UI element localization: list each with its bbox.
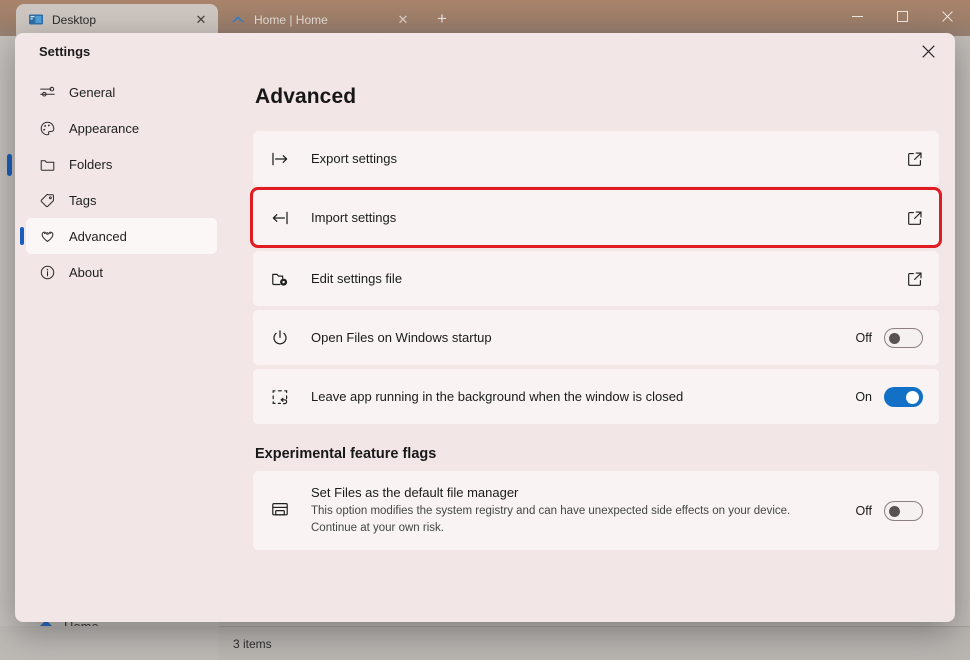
sidebar-item-folders[interactable]: Folders — [26, 146, 217, 182]
setting-action-leave-app-running: On — [855, 387, 923, 407]
setting-row-edit-settings-file[interactable]: Edit settings file — [253, 251, 939, 306]
setting-label-import-settings: Import settings — [311, 210, 907, 225]
window-titlebar: Desktop ✕ Home | Home ✕ + — [0, 0, 970, 36]
folder-settings-icon — [270, 269, 290, 289]
toggle-state-leave-app-running: On — [855, 390, 872, 404]
sidebar-item-appearance[interactable]: Appearance — [26, 110, 217, 146]
toggle-state-default-file-manager: Off — [856, 504, 872, 518]
tab-close-desktop[interactable]: ✕ — [192, 11, 210, 29]
setting-row-import-settings[interactable]: Import settings — [253, 190, 939, 245]
sidebar-label-appearance: Appearance — [69, 122, 139, 135]
maximize-button[interactable] — [880, 0, 925, 33]
folder-icon — [39, 156, 56, 173]
archive-folder-icon — [270, 499, 290, 519]
settings-dialog-body: General Appearance Folders — [15, 69, 955, 622]
background-sidebar-selection-indicator — [7, 154, 12, 176]
import-arrow-icon — [270, 208, 290, 228]
toggle-knob — [889, 506, 900, 517]
sidebar-label-advanced: Advanced — [69, 230, 127, 243]
page-title: Advanced — [255, 85, 939, 109]
screen-root: Home Work 3 items Desk — [0, 0, 970, 660]
window-controls — [835, 0, 970, 33]
tab-title-desktop: Desktop — [52, 13, 184, 27]
setting-title-default-file-manager: Set Files as the default file manager — [311, 485, 836, 500]
power-icon — [270, 328, 290, 348]
settings-dialog-header: Settings — [15, 33, 955, 69]
sidebar-label-folders: Folders — [69, 158, 112, 171]
setting-row-leave-app-running[interactable]: Leave app running in the background when… — [253, 369, 939, 424]
close-icon — [942, 11, 953, 22]
sidebar-label-general: General — [69, 86, 115, 99]
setting-row-export-settings[interactable]: Export settings — [253, 131, 939, 186]
close-icon — [922, 45, 935, 58]
open-in-new-icon[interactable] — [907, 210, 923, 226]
advanced-icon — [39, 228, 56, 245]
minimize-button[interactable] — [835, 0, 880, 33]
info-icon — [39, 264, 56, 281]
sidebar-item-about[interactable]: About — [26, 254, 217, 290]
home-icon — [230, 12, 246, 28]
toggle-open-on-startup[interactable] — [884, 328, 923, 348]
maximize-icon — [897, 11, 908, 22]
settings-dialog: Settings General — [15, 33, 955, 622]
setting-action-open-on-startup: Off — [856, 328, 923, 348]
open-in-new-icon[interactable] — [907, 271, 923, 287]
toggle-knob — [889, 333, 900, 344]
sliders-icon — [39, 84, 56, 101]
sidebar-label-about: About — [69, 266, 103, 279]
setting-label-export-settings: Export settings — [311, 151, 907, 166]
tab-close-home[interactable]: ✕ — [394, 11, 412, 29]
setting-label-open-on-startup: Open Files on Windows startup — [311, 330, 856, 345]
status-bar: 3 items — [219, 626, 970, 660]
setting-action-edit-settings-file — [907, 271, 923, 287]
settings-content: Advanced Export settings — [227, 69, 955, 622]
toggle-leave-app-running[interactable] — [884, 387, 923, 407]
sidebar-label-tags: Tags — [69, 194, 96, 207]
setting-texts-default-file-manager: Set Files as the default file manager Th… — [311, 485, 856, 536]
palette-icon — [39, 120, 56, 137]
setting-row-open-on-startup[interactable]: Open Files on Windows startup Off — [253, 310, 939, 365]
new-tab-button[interactable]: + — [428, 5, 456, 33]
minimize-icon — [852, 11, 863, 22]
settings-close-button[interactable] — [911, 37, 945, 65]
tab-desktop[interactable]: Desktop ✕ — [16, 4, 218, 36]
desktop-icon — [28, 12, 44, 28]
tab-title-home: Home | Home — [254, 13, 386, 27]
status-bar-item-count: 3 items — [233, 637, 272, 651]
tag-icon — [39, 192, 56, 209]
setting-label-leave-app-running: Leave app running in the background when… — [311, 389, 855, 404]
toggle-default-file-manager[interactable] — [884, 501, 923, 521]
status-bar-left-pane — [0, 626, 219, 660]
toggle-knob — [906, 391, 919, 404]
setting-row-default-file-manager[interactable]: Set Files as the default file manager Th… — [253, 471, 939, 550]
settings-dialog-title: Settings — [39, 44, 90, 59]
section-title-experimental-feature-flags: Experimental feature flags — [255, 446, 939, 462]
tab-strip: Desktop ✕ Home | Home ✕ + — [0, 0, 456, 36]
export-arrow-icon — [270, 149, 290, 169]
setting-label-edit-settings-file: Edit settings file — [311, 271, 907, 286]
setting-action-import-settings — [907, 210, 923, 226]
sidebar-item-tags[interactable]: Tags — [26, 182, 217, 218]
setting-action-default-file-manager: Off — [856, 501, 923, 521]
setting-action-export-settings — [907, 151, 923, 167]
sidebar-item-general[interactable]: General — [26, 74, 217, 110]
tab-home[interactable]: Home | Home ✕ — [218, 4, 420, 36]
open-in-new-icon[interactable] — [907, 151, 923, 167]
setting-description-default-file-manager: This option modifies the system registry… — [311, 503, 836, 536]
sidebar-item-advanced[interactable]: Advanced — [26, 218, 217, 254]
close-button[interactable] — [925, 0, 970, 33]
background-app-icon — [270, 387, 290, 407]
toggle-state-open-on-startup: Off — [856, 331, 872, 345]
settings-sidebar: General Appearance Folders — [15, 69, 227, 622]
